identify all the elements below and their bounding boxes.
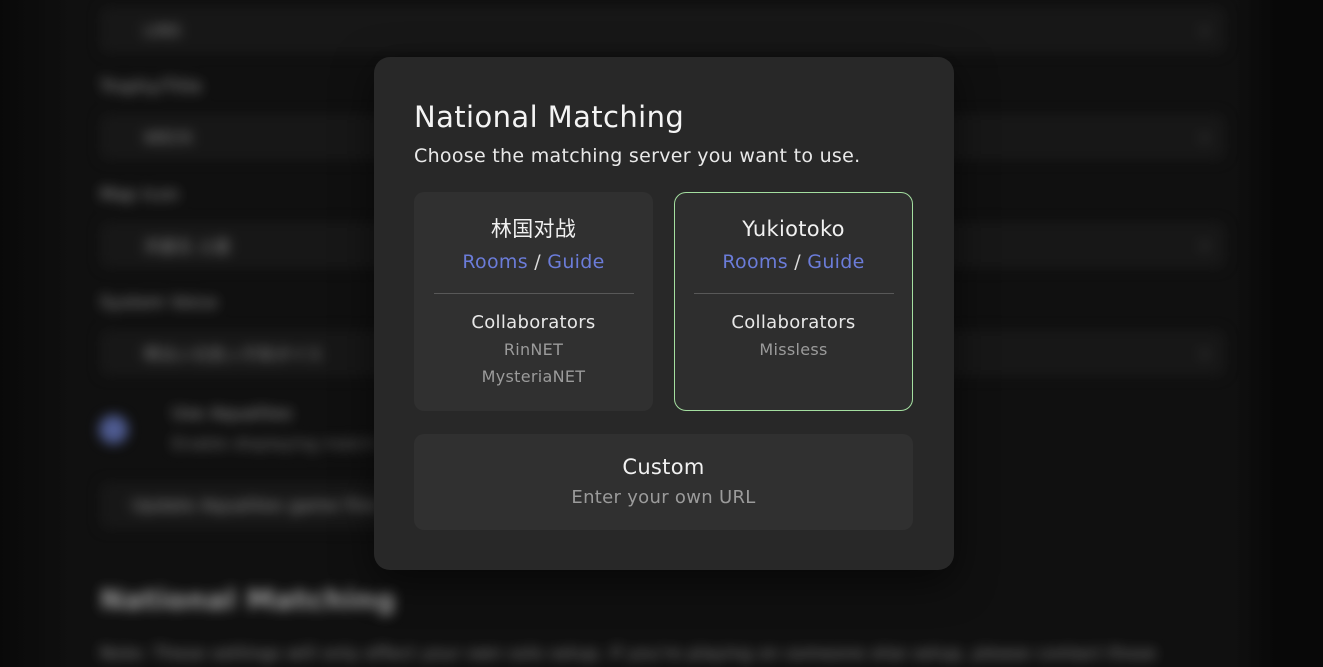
modal-title: National Matching xyxy=(414,99,914,135)
server-card-custom[interactable]: Custom Enter your own URL xyxy=(414,434,913,530)
card-divider xyxy=(694,293,894,294)
link-separator: / xyxy=(788,251,807,273)
collaborator: MysteriaNET xyxy=(415,363,652,390)
server-links: Rooms / Guide xyxy=(415,249,652,275)
modal-subtitle: Choose the matching server you want to u… xyxy=(414,143,914,169)
server-card-linguo[interactable]: 林国对战 Rooms / Guide Collaborators RinNET … xyxy=(414,192,653,411)
server-name: 林国对战 xyxy=(415,215,652,243)
server-name: Yukiotoko xyxy=(675,215,912,243)
collaborator: Missless xyxy=(675,336,912,363)
server-options: 林国对战 Rooms / Guide Collaborators RinNET … xyxy=(414,192,914,411)
link-separator: / xyxy=(528,251,547,273)
server-card-yukiotoko[interactable]: Yukiotoko Rooms / Guide Collaborators Mi… xyxy=(674,192,913,411)
guide-link[interactable]: Guide xyxy=(807,251,864,273)
collaborators-heading: Collaborators xyxy=(415,310,652,336)
national-matching-modal: National Matching Choose the matching se… xyxy=(374,57,954,570)
custom-title: Custom xyxy=(414,452,913,482)
card-divider xyxy=(434,293,634,294)
custom-subtitle: Enter your own URL xyxy=(414,484,913,512)
server-links: Rooms / Guide xyxy=(675,249,912,275)
guide-link[interactable]: Guide xyxy=(547,251,604,273)
collaborator: RinNET xyxy=(415,336,652,363)
rooms-link[interactable]: Rooms xyxy=(462,251,528,273)
collaborators-heading: Collaborators xyxy=(675,310,912,336)
rooms-link[interactable]: Rooms xyxy=(722,251,788,273)
